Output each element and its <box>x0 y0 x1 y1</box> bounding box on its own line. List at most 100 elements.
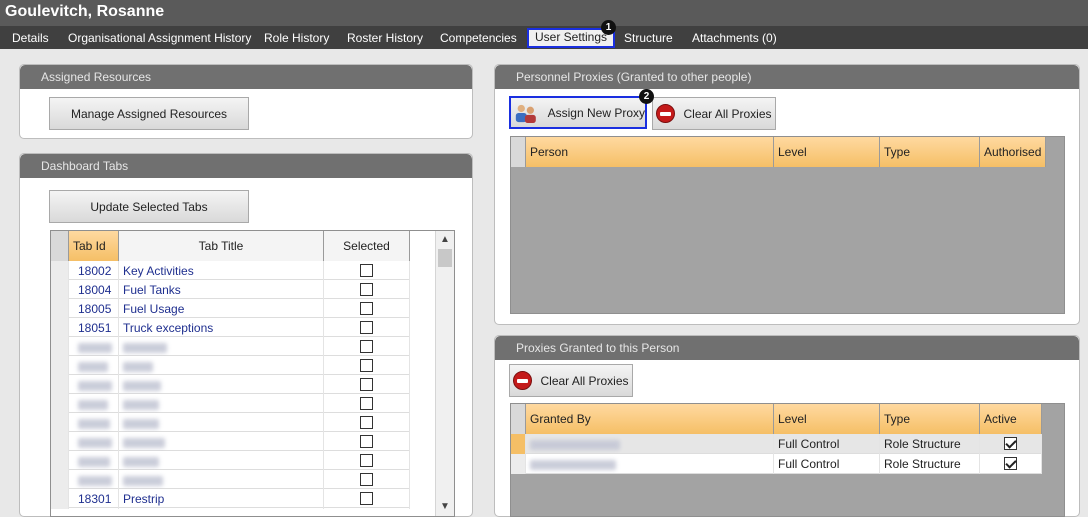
tab-structure[interactable]: Structure <box>618 29 679 48</box>
table-row[interactable] <box>51 375 410 395</box>
col-authorised[interactable]: Authorised <box>980 137 1046 167</box>
type-cell: Role Structure <box>880 454 980 474</box>
table-row[interactable] <box>51 356 410 376</box>
col-selected[interactable]: Selected <box>324 231 410 261</box>
row-selector[interactable] <box>51 356 69 376</box>
row-selector[interactable] <box>51 470 69 490</box>
row-selector[interactable] <box>51 280 69 300</box>
people-icon <box>515 104 536 123</box>
col-type[interactable]: Type <box>880 137 980 167</box>
selected-checkbox[interactable] <box>360 397 373 410</box>
row-selector[interactable] <box>51 318 69 338</box>
table-row[interactable]: 18004 Fuel Tanks <box>51 280 410 300</box>
tab-title-cell: Key Activities <box>119 261 324 281</box>
assign-new-proxy-button[interactable]: Assign New Proxy <box>509 96 647 129</box>
scroll-up-icon[interactable]: ▲ <box>440 234 450 245</box>
proxies-granted-title: Proxies Granted to this Person <box>495 336 1079 360</box>
tab-competencies[interactable]: Competencies <box>434 29 523 48</box>
tab-id-cell: 18051 <box>69 318 119 338</box>
redacted-title <box>123 342 167 353</box>
selected-checkbox[interactable] <box>360 416 373 429</box>
tab-details[interactable]: Details <box>6 29 55 48</box>
tab-organisational-assignment-history[interactable]: Organisational Assignment History <box>62 29 257 48</box>
row-selector[interactable] <box>51 432 69 452</box>
table-row[interactable] <box>51 394 410 414</box>
tab-role-history[interactable]: Role History <box>258 29 335 48</box>
table-row[interactable] <box>51 470 410 490</box>
row-selector[interactable] <box>511 434 526 454</box>
col-tab-title[interactable]: Tab Title <box>119 231 324 261</box>
col-granted-by[interactable]: Granted By <box>526 404 774 434</box>
tab-title-cell <box>119 432 324 452</box>
redacted-id <box>78 437 112 448</box>
active-checkbox[interactable] <box>1004 437 1017 450</box>
redacted-id <box>78 342 112 353</box>
row-selector[interactable] <box>51 337 69 357</box>
redacted-title <box>123 475 163 486</box>
dashboard-tabs-title: Dashboard Tabs <box>20 154 472 178</box>
col-tab-id[interactable]: Tab Id <box>69 231 119 261</box>
scrollbar-thumb[interactable] <box>438 249 452 267</box>
tab-roster-history[interactable]: Roster History <box>341 29 429 48</box>
selected-checkbox[interactable] <box>360 473 373 486</box>
assigned-resources-title: Assigned Resources <box>20 65 472 89</box>
selected-checkbox[interactable] <box>360 283 373 296</box>
row-selector[interactable] <box>511 454 526 474</box>
selected-checkbox[interactable] <box>360 359 373 372</box>
table-row[interactable]: 18301 Prestrip <box>51 489 410 509</box>
tab-title-cell <box>119 451 324 471</box>
col-active[interactable]: Active <box>980 404 1042 434</box>
table-row[interactable]: Full Control Role Structure <box>511 434 1042 454</box>
row-selector[interactable] <box>51 375 69 395</box>
selected-checkbox[interactable] <box>360 340 373 353</box>
table-row[interactable]: Full Control Role Structure <box>511 454 1042 474</box>
redacted-id <box>78 475 112 486</box>
row-selector[interactable] <box>51 394 69 414</box>
manage-assigned-resources-button[interactable]: Manage Assigned Resources <box>49 97 249 130</box>
remove-icon <box>656 104 676 123</box>
selected-checkbox[interactable] <box>360 302 373 315</box>
level-cell: Full Control <box>774 434 880 454</box>
tab-title-cell: Fuel Tanks <box>119 280 324 300</box>
selected-checkbox[interactable] <box>360 454 373 467</box>
table-row[interactable]: 18002 Key Activities <box>51 261 410 281</box>
selected-checkbox[interactable] <box>360 492 373 505</box>
table-row[interactable] <box>51 337 410 357</box>
update-selected-tabs-button[interactable]: Update Selected Tabs <box>49 190 249 223</box>
col-level[interactable]: Level <box>774 404 880 434</box>
selected-checkbox[interactable] <box>360 378 373 391</box>
col-type[interactable]: Type <box>880 404 980 434</box>
row-selector[interactable] <box>51 451 69 471</box>
col-level[interactable]: Level <box>774 137 880 167</box>
table-row[interactable] <box>51 451 410 471</box>
selected-checkbox[interactable] <box>360 435 373 448</box>
dashboard-grid-scrollbar[interactable]: ▲ ▼ <box>435 231 454 516</box>
granted-by-cell <box>526 454 774 474</box>
row-selector[interactable] <box>51 489 69 509</box>
redacted-title <box>123 399 159 410</box>
redacted-id <box>78 456 110 467</box>
redacted-id <box>78 399 108 410</box>
row-selector[interactable] <box>51 261 69 281</box>
selected-checkbox[interactable] <box>360 264 373 277</box>
tab-id-cell: 18004 <box>69 280 119 300</box>
clear-granted-proxies-button[interactable]: Clear All Proxies <box>509 364 633 397</box>
active-checkbox[interactable] <box>1004 457 1017 470</box>
row-selector[interactable] <box>51 413 69 433</box>
tab-attachments[interactable]: Attachments (0) <box>686 29 783 48</box>
table-row[interactable]: 18051 Truck exceptions <box>51 318 410 338</box>
scroll-down-icon[interactable]: ▼ <box>440 501 450 512</box>
selected-cell <box>324 299 410 319</box>
tab-bar: Details Organisational Assignment Histor… <box>0 26 1088 49</box>
selected-checkbox[interactable] <box>360 321 373 334</box>
selected-cell <box>324 261 410 281</box>
table-row[interactable]: 18005 Fuel Usage <box>51 299 410 319</box>
tab-title-cell <box>119 470 324 490</box>
level-cell: Full Control <box>774 454 880 474</box>
col-person[interactable]: Person <box>526 137 774 167</box>
clear-all-proxies-button[interactable]: Clear All Proxies <box>652 97 776 130</box>
redacted-title <box>123 437 165 448</box>
table-row[interactable] <box>51 413 410 433</box>
table-row[interactable] <box>51 432 410 452</box>
row-selector[interactable] <box>51 299 69 319</box>
